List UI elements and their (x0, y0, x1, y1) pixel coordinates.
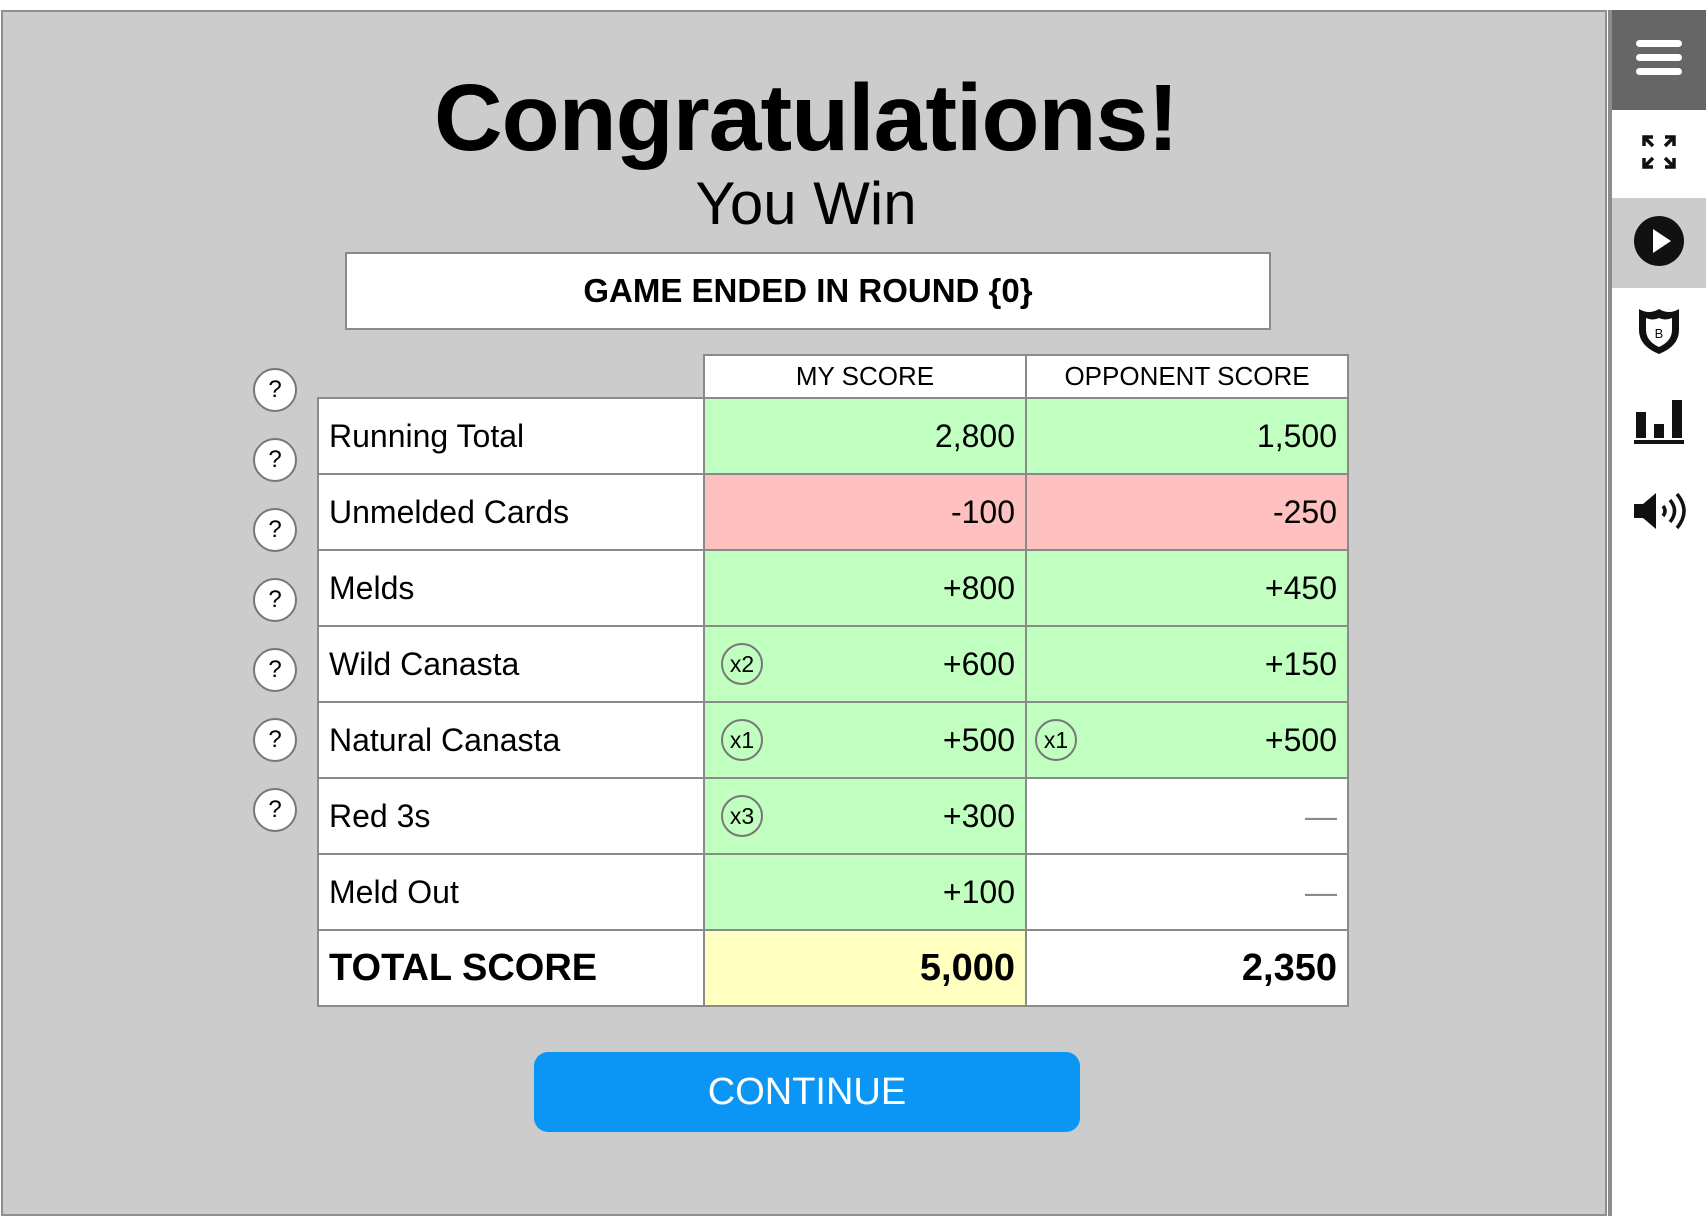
opponent-score-cell: — (1025, 853, 1349, 931)
badge-button[interactable]: B (1612, 288, 1706, 378)
game-over-panel: Congratulations! You Win GAME ENDED IN R… (1, 10, 1607, 1216)
row-label: Wild Canasta (317, 625, 705, 703)
opponent-score-cell: x1 +500 (1025, 701, 1349, 779)
row-label: Melds (317, 549, 705, 627)
my-score-value: +600 (942, 645, 1015, 682)
multiplier-badge: x2 (721, 643, 763, 685)
help-button-red-3s[interactable]: ? (253, 718, 297, 762)
score-table: MY SCORE OPPONENT SCORE Running Total 2,… (317, 354, 1349, 1007)
menu-button[interactable] (1612, 10, 1706, 110)
table-row: Running Total 2,800 1,500 (317, 397, 1349, 475)
my-score-value: -100 (950, 493, 1015, 530)
opponent-score-cell: 1,500 (1025, 397, 1349, 475)
menu-icon (1636, 39, 1682, 82)
help-button-unmelded-cards[interactable]: ? (253, 438, 297, 482)
opponent-score-value: — (1305, 797, 1337, 834)
play-icon (1634, 215, 1684, 271)
badge-letter: B (1655, 326, 1664, 341)
help-button-running-total[interactable]: ? (253, 368, 297, 412)
opponent-score-value: +500 (1264, 721, 1337, 758)
fullscreen-button[interactable] (1612, 110, 1706, 198)
opponent-score-value: 1,500 (1256, 417, 1337, 454)
my-score-value: 2,800 (934, 417, 1015, 454)
page-subtitle: You Win (695, 170, 917, 237)
row-label: Meld Out (317, 853, 705, 931)
multiplier-badge: x1 (1035, 719, 1077, 761)
table-row: Red 3s x3 +300 — (317, 777, 1349, 855)
multiplier-badge: x1 (721, 719, 763, 761)
help-button-meld-out[interactable]: ? (253, 788, 297, 832)
opponent-score-value: — (1305, 873, 1337, 910)
opponent-score-cell: +450 (1025, 549, 1349, 627)
stats-button[interactable] (1612, 378, 1706, 468)
table-row: Wild Canasta x2 +600 +150 (317, 625, 1349, 703)
my-score-value: +500 (942, 721, 1015, 758)
opponent-score-cell: -250 (1025, 473, 1349, 551)
my-score-value: +300 (942, 797, 1015, 834)
row-label: Running Total (317, 397, 705, 475)
continue-button[interactable]: CONTINUE (534, 1052, 1080, 1132)
side-toolbar: B (1608, 10, 1706, 1216)
play-button[interactable] (1612, 198, 1706, 288)
table-row: Meld Out +100 — (317, 853, 1349, 931)
row-label: Unmelded Cards (317, 473, 705, 551)
my-score-cell: -100 (703, 473, 1027, 551)
opponent-score-value: +150 (1264, 645, 1337, 682)
round-info-text: GAME ENDED IN ROUND {0} (583, 272, 1033, 309)
header-blank (318, 355, 704, 398)
column-header-my-score: MY SCORE (703, 354, 1027, 399)
opponent-score-value: -250 (1272, 493, 1337, 530)
page-title: Congratulations! (434, 65, 1179, 171)
opponent-score-value: +450 (1264, 569, 1337, 606)
continue-button-label: CONTINUE (707, 1070, 907, 1113)
multiplier-badge: x3 (721, 795, 763, 837)
volume-icon (1632, 491, 1686, 536)
volume-button[interactable] (1612, 468, 1706, 558)
opponent-total-score: 2,350 (1025, 929, 1349, 1007)
table-header-row: MY SCORE OPPONENT SCORE (318, 354, 1349, 399)
stats-icon (1634, 398, 1684, 449)
my-score-cell: x3 +300 (703, 777, 1027, 855)
total-score-row: TOTAL SCORE 5,000 2,350 (317, 929, 1349, 1007)
table-row: Melds +800 +450 (317, 549, 1349, 627)
my-score-cell: x1 +500 (703, 701, 1027, 779)
my-score-value: +100 (942, 873, 1015, 910)
row-label: Red 3s (317, 777, 705, 855)
column-header-opponent-score: OPPONENT SCORE (1025, 354, 1349, 399)
my-score-cell: +100 (703, 853, 1027, 931)
my-score-value: +800 (942, 569, 1015, 606)
table-row: Unmelded Cards -100 -250 (317, 473, 1349, 551)
help-button-wild-canasta[interactable]: ? (253, 578, 297, 622)
my-score-cell: x2 +600 (703, 625, 1027, 703)
help-button-natural-canasta[interactable]: ? (253, 648, 297, 692)
my-score-cell: 2,800 (703, 397, 1027, 475)
help-button-melds[interactable]: ? (253, 508, 297, 552)
opponent-score-cell: — (1025, 777, 1349, 855)
table-row: Natural Canasta x1 +500 x1 +500 (317, 701, 1349, 779)
badge-shield-icon: B (1636, 306, 1682, 361)
opponent-score-cell: +150 (1025, 625, 1349, 703)
my-score-cell: +800 (703, 549, 1027, 627)
row-label: Natural Canasta (317, 701, 705, 779)
my-total-score: 5,000 (703, 929, 1027, 1007)
round-info-box: GAME ENDED IN ROUND {0} (345, 252, 1271, 330)
total-score-label: TOTAL SCORE (317, 929, 705, 1007)
fullscreen-icon (1642, 134, 1676, 174)
